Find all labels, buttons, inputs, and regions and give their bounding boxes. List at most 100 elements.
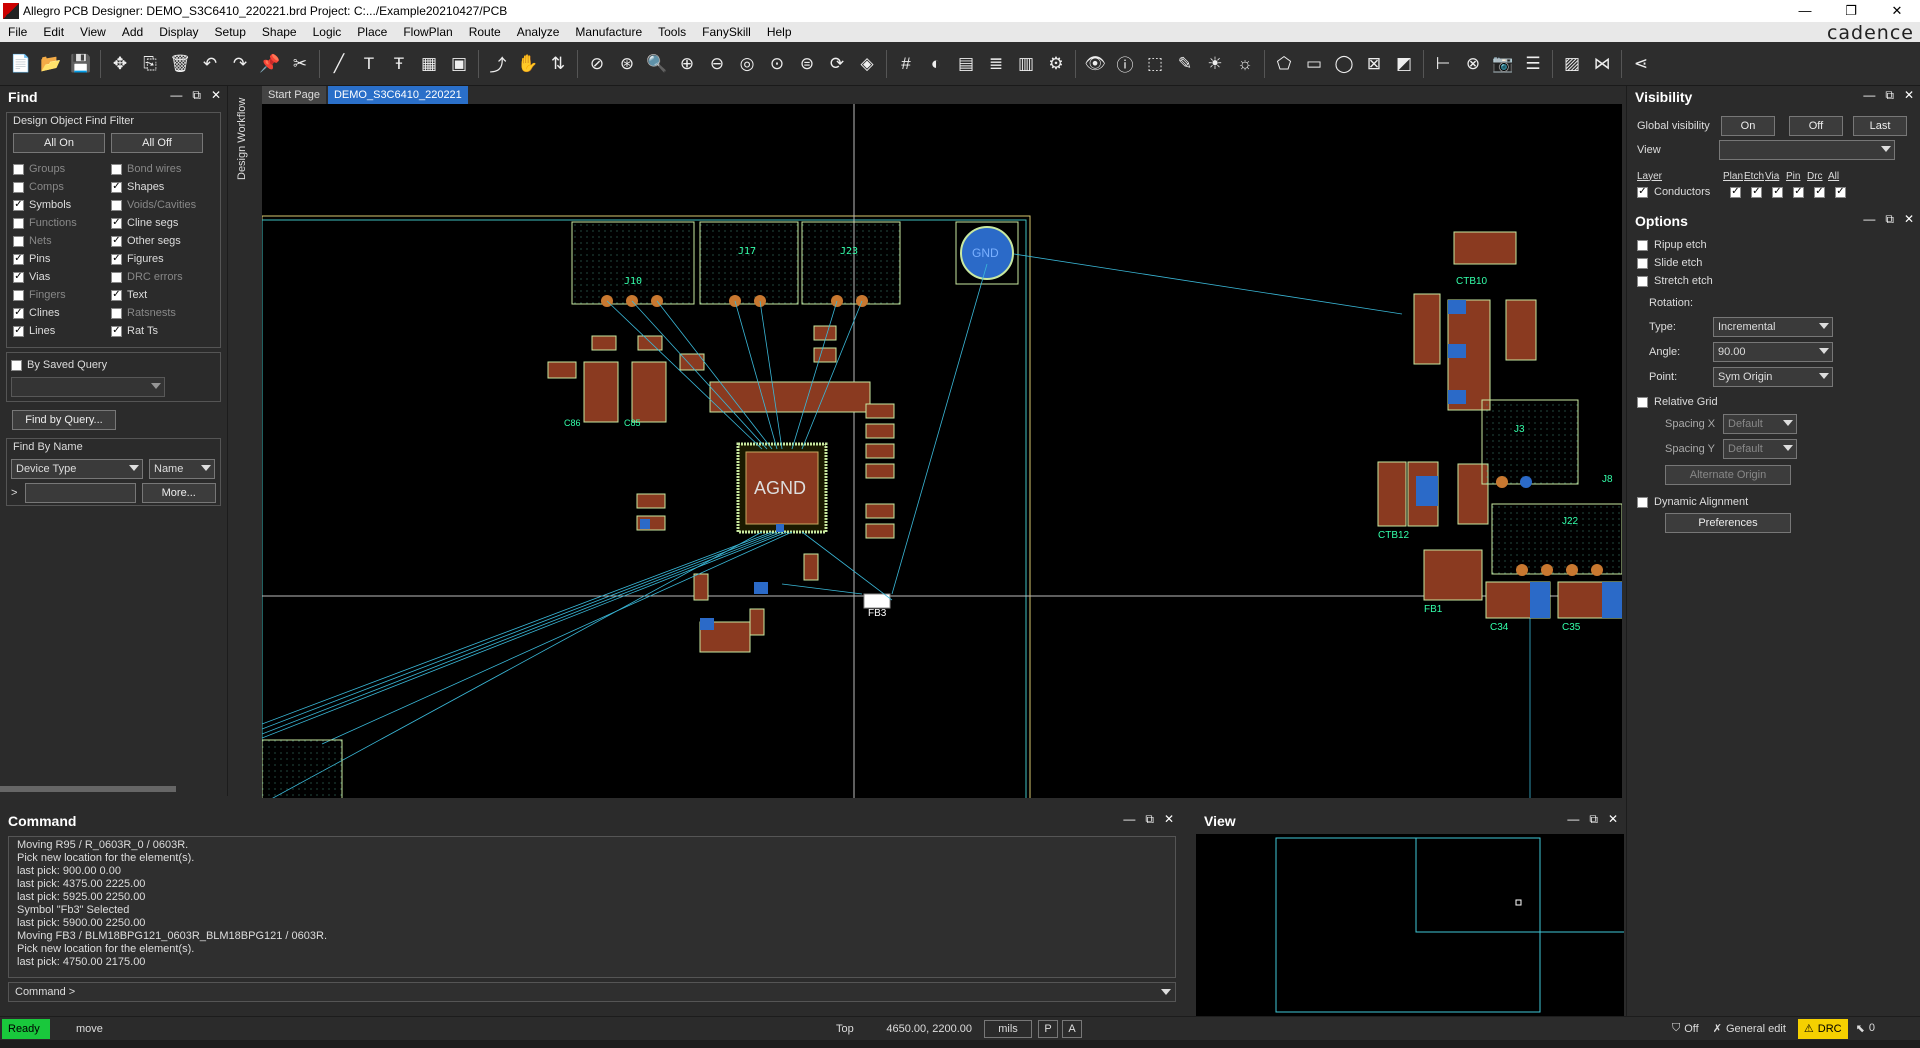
- add-line-icon[interactable]: ╱: [327, 52, 351, 76]
- find-filter-voids-cavities[interactable]: Voids/Cavities: [111, 197, 221, 213]
- show-element-icon[interactable]: ⓘ: [1113, 52, 1137, 76]
- menu-manufacture[interactable]: Manufacture: [567, 22, 650, 42]
- command-float-icon[interactable]: ⧉: [1145, 812, 1154, 827]
- unpin-icon[interactable]: ✂: [288, 52, 312, 76]
- redo-icon[interactable]: ↷: [228, 52, 252, 76]
- tab-start-page[interactable]: Start Page: [262, 86, 326, 104]
- all-on-button[interactable]: All On: [13, 133, 105, 153]
- checkbox[interactable]: [111, 271, 122, 283]
- color-icon[interactable]: ◐: [924, 52, 948, 76]
- find-filter-shapes[interactable]: ✓ Shapes: [111, 179, 221, 195]
- stackup-icon[interactable]: ≣: [984, 52, 1008, 76]
- units-button[interactable]: mils: [984, 1019, 1032, 1038]
- agnd-chip[interactable]: AGND: [736, 442, 828, 534]
- command-close-icon[interactable]: ✕: [1164, 812, 1174, 827]
- options-close-icon[interactable]: ✕: [1904, 212, 1914, 227]
- menu-logic[interactable]: Logic: [305, 22, 350, 42]
- add-text-icon[interactable]: T: [357, 52, 381, 76]
- find-by-query-button[interactable]: Find by Query...: [12, 410, 116, 430]
- checkbox[interactable]: ✓: [111, 235, 122, 247]
- zoom-center-icon[interactable]: ⊙: [765, 52, 789, 76]
- swap-icon[interactable]: ⋈: [1590, 52, 1614, 76]
- name-select[interactable]: Name: [149, 459, 215, 479]
- find-filter-rat-ts[interactable]: ✓ Rat Ts: [111, 323, 221, 339]
- shape-circle-icon[interactable]: ◯: [1332, 52, 1356, 76]
- pcb-drawing[interactable]: J10 J17 J23 GND AGND FB3 J3 J22 C34 C35 …: [262, 104, 1622, 798]
- properties-icon[interactable]: ☰: [1521, 52, 1545, 76]
- checkbox[interactable]: ✓: [111, 325, 122, 337]
- zoom-fit-icon[interactable]: 🔍: [645, 52, 669, 76]
- command-input[interactable]: Command >: [8, 982, 1176, 1002]
- zoom-points-icon[interactable]: ⊛: [615, 52, 639, 76]
- by-saved-query-checkbox[interactable]: By Saved Query: [11, 357, 216, 373]
- preferences-button[interactable]: Preferences: [1665, 513, 1791, 533]
- pin-icon[interactable]: 📌: [258, 52, 282, 76]
- find-filter-figures[interactable]: ✓ Figures: [111, 251, 221, 267]
- find-filter-text[interactable]: ✓ Text: [111, 287, 221, 303]
- connector-j22[interactable]: J22: [1491, 503, 1622, 576]
- checkbox[interactable]: [13, 289, 24, 301]
- connector-j23[interactable]: J23: [801, 221, 901, 307]
- dimension-icon[interactable]: ⊢: [1431, 52, 1455, 76]
- checkbox[interactable]: [13, 181, 24, 193]
- spacing-x-select[interactable]: Default: [1723, 413, 1797, 434]
- edit-mode[interactable]: ✗ General edit: [1713, 1022, 1786, 1036]
- checkbox[interactable]: [111, 163, 122, 175]
- find-filter-comps[interactable]: Comps: [13, 179, 111, 195]
- find-filter-drc-errors[interactable]: DRC errors: [111, 269, 221, 285]
- slide-icon[interactable]: ✋: [516, 52, 540, 76]
- find-minimize-icon[interactable]: —: [170, 88, 182, 103]
- share-icon[interactable]: ⋖: [1629, 52, 1653, 76]
- maximize-button[interactable]: ❐: [1828, 0, 1874, 22]
- relative-grid-checkbox[interactable]: Relative Grid: [1627, 393, 1920, 411]
- menu-edit[interactable]: Edit: [35, 22, 72, 42]
- edit-text-icon[interactable]: Ŧ: [387, 52, 411, 76]
- zoom-out-icon[interactable]: ⊖: [705, 52, 729, 76]
- tab-demo-s3c6410-220221[interactable]: DEMO_S3C6410_220221: [327, 86, 468, 104]
- menu-view[interactable]: View: [72, 22, 114, 42]
- rotation-type-select[interactable]: Incremental: [1713, 316, 1833, 337]
- slide-etch-checkbox[interactable]: Slide etch: [1627, 254, 1920, 272]
- zoom-stop-icon[interactable]: ⊘: [585, 52, 609, 76]
- new-file-icon[interactable]: 📄: [9, 52, 33, 76]
- visibility-last-button[interactable]: Last: [1853, 116, 1907, 136]
- menu-file[interactable]: File: [0, 22, 35, 42]
- find-filter-bond-wires[interactable]: Bond wires: [111, 161, 221, 177]
- menu-route[interactable]: Route: [461, 22, 509, 42]
- menu-add[interactable]: Add: [114, 22, 151, 42]
- checkbox[interactable]: [111, 199, 122, 211]
- checkbox[interactable]: [13, 217, 24, 229]
- checkbox[interactable]: ✓: [13, 271, 24, 283]
- view-select[interactable]: [1719, 140, 1895, 160]
- world-view-viewport[interactable]: [1515, 899, 1522, 906]
- 3d-view-icon[interactable]: ◈: [855, 52, 879, 76]
- dynamic-alignment-checkbox[interactable]: Dynamic Alignment: [1627, 493, 1920, 511]
- package-icon[interactable]: ⬚: [1143, 52, 1167, 76]
- command-minimize-icon[interactable]: —: [1123, 812, 1135, 827]
- checkbox[interactable]: ✓: [13, 307, 24, 319]
- all-off-button[interactable]: All Off: [111, 133, 203, 153]
- find-filter-groups[interactable]: Groups: [13, 161, 111, 177]
- find-filter-cline-segs[interactable]: ✓ Cline segs: [111, 215, 221, 231]
- find-filter-functions[interactable]: Functions: [13, 215, 111, 231]
- capacitor-c34-c35[interactable]: C34 C35: [1485, 581, 1622, 633]
- options-float-icon[interactable]: ⧉: [1885, 212, 1894, 227]
- find-filter-pins[interactable]: ✓ Pins: [13, 251, 111, 267]
- dehighlight-icon[interactable]: ☼: [1233, 52, 1257, 76]
- conductors-etch-checkbox[interactable]: ✓: [1751, 186, 1762, 198]
- view-close-icon[interactable]: ✕: [1608, 812, 1618, 827]
- filter-status[interactable]: ⛉ Off: [1672, 1022, 1699, 1035]
- zoom-in-icon[interactable]: ⊕: [675, 52, 699, 76]
- world-view-canvas[interactable]: [1196, 834, 1624, 1018]
- find-panel-scrollbar[interactable]: [0, 786, 176, 792]
- checkbox[interactable]: ✓: [111, 217, 122, 229]
- pcb-canvas[interactable]: J10 J17 J23 GND AGND FB3 J3 J22 C34 C35 …: [262, 104, 1622, 798]
- menu-display[interactable]: Display: [151, 22, 206, 42]
- report-icon[interactable]: ▨: [1560, 52, 1584, 76]
- menu-fanyskill[interactable]: FanySkill: [694, 22, 759, 42]
- checkbox[interactable]: ✓: [111, 289, 122, 301]
- fb3-component[interactable]: FB3: [863, 593, 891, 619]
- copy-icon[interactable]: ⎘: [138, 52, 162, 76]
- menu-shape[interactable]: Shape: [254, 22, 305, 42]
- find-filter-fingers[interactable]: Fingers: [13, 287, 111, 303]
